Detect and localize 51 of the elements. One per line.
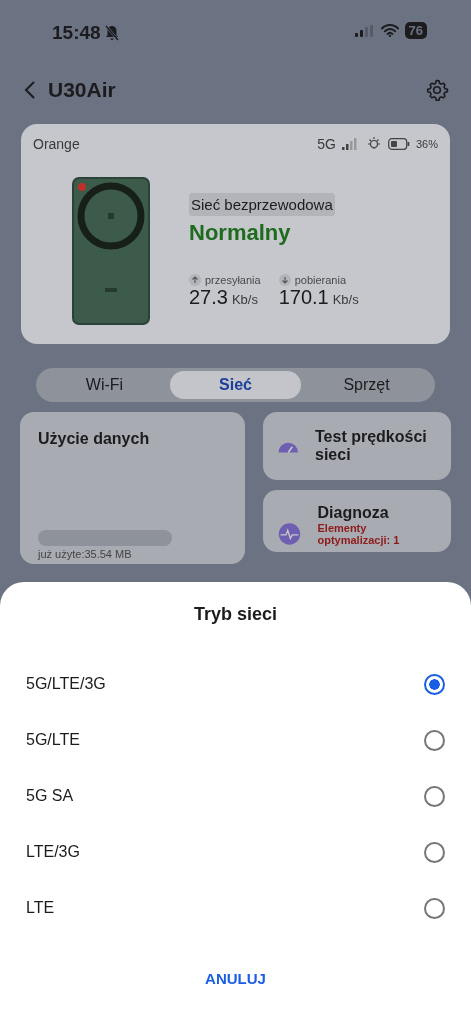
radio-button[interactable] <box>424 785 445 807</box>
network-mode-option[interactable]: 5G/LTE/3G <box>0 656 471 712</box>
speed-test-card[interactable]: Test prędkości sieci <box>262 412 451 480</box>
card-title: Test prędkości sieci <box>315 428 428 464</box>
upload-label: przesyłania <box>205 274 261 286</box>
card-title: Diagnoza <box>317 504 390 522</box>
diagnosis-card[interactable]: Diagnoza Elementy optymalizacji: 1 <box>262 490 451 552</box>
upload-arrow-icon <box>189 274 201 286</box>
usage-amount: już użyte:35.54 MB <box>38 548 133 560</box>
signal-icon <box>341 138 360 150</box>
option-label: 5G SA <box>26 787 74 805</box>
download-arrow-icon <box>278 274 291 286</box>
sheet-title: Tryb sieci <box>193 604 278 625</box>
upload-speed: 27.3 <box>189 286 228 309</box>
radio-button[interactable] <box>424 673 445 695</box>
option-label: 5G/LTE/3G <box>26 675 106 693</box>
optimization-note: Elementy optymalizacji: 1 <box>317 522 401 546</box>
radio-button[interactable] <box>424 841 445 863</box>
download-unit: Kb/s <box>332 292 359 307</box>
option-label: 5G/LTE <box>26 731 80 749</box>
tab[interactable]: Sprzęt <box>301 371 432 399</box>
radio-button[interactable] <box>424 729 445 751</box>
card-title: Użycie danych <box>38 430 151 448</box>
radio-button[interactable] <box>424 897 445 919</box>
download-label: pobierania <box>294 274 346 286</box>
connection-label: Sieć bezprzewodowa <box>189 193 335 216</box>
battery-percent: 36% <box>415 138 438 150</box>
battery-icon <box>387 138 410 150</box>
network-mode-option[interactable]: LTE <box>0 880 471 936</box>
download-speed: 170.1 <box>278 286 329 309</box>
page-title: U30Air <box>48 78 116 102</box>
bell-muted-icon <box>104 25 119 41</box>
upload-unit: Kb/s <box>231 292 258 307</box>
option-label: LTE/3G <box>26 843 80 861</box>
network-mode-option[interactable]: LTE/3G <box>0 824 471 880</box>
network-mode-option[interactable]: 5G/LTE <box>0 712 471 768</box>
operator-name: Orange <box>33 136 80 152</box>
connection-status: Normalny <box>189 220 292 246</box>
pulse-globe-icon <box>276 520 302 548</box>
network-type: 5G <box>317 136 336 152</box>
bulb-icon <box>365 136 382 152</box>
network-mode-option[interactable]: 5G SA <box>0 768 471 824</box>
wifi-icon <box>380 24 399 37</box>
data-usage-card[interactable]: Użycie danych już użyte:35.54 MB <box>20 412 245 564</box>
tab[interactable]: Sieć <box>170 371 301 399</box>
cellular-signal-icon <box>354 24 375 37</box>
status-time: 15:48 <box>52 22 101 44</box>
battery-level: 76 <box>404 22 427 39</box>
tab[interactable]: Wi-Fi <box>39 371 170 399</box>
option-label: LTE <box>26 899 55 917</box>
cancel-button[interactable]: ANULUJ <box>197 962 274 995</box>
